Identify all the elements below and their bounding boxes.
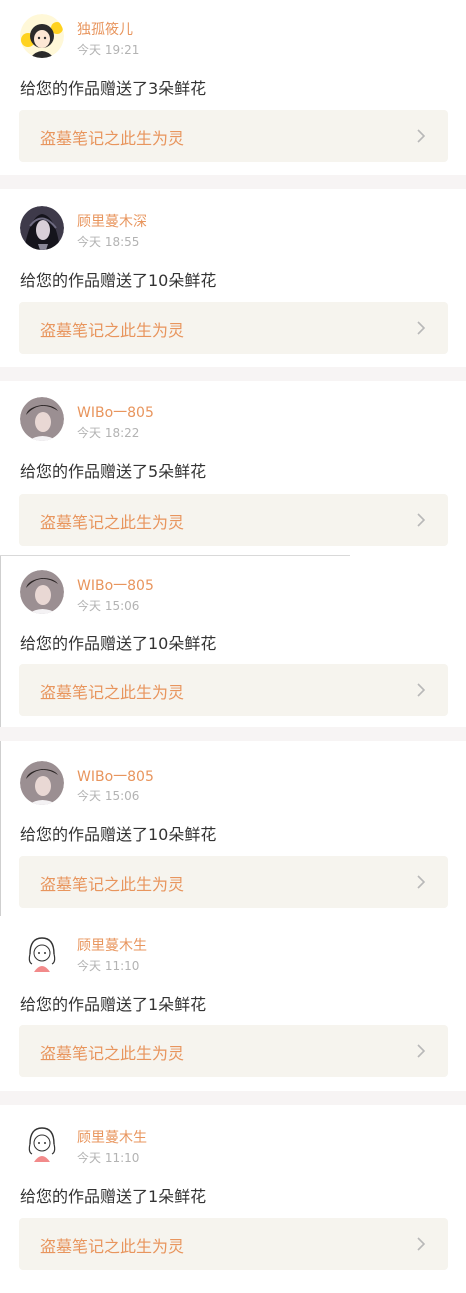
dark-anime-character-avatar bbox=[20, 206, 64, 250]
divider bbox=[0, 727, 466, 741]
chevron-right-icon bbox=[414, 683, 428, 697]
gift-message: 给您的作品赠送了1朵鲜花 bbox=[20, 1187, 207, 1206]
work-title: 盗墓笔记之此生为灵 bbox=[40, 321, 185, 340]
chevron-right-icon bbox=[414, 1237, 428, 1251]
gift-message: 给您的作品赠送了10朵鲜花 bbox=[20, 825, 217, 844]
avatar[interactable] bbox=[20, 932, 64, 976]
avatar[interactable] bbox=[20, 14, 64, 58]
notification-card: 顾里蔓木生 今天 11:10 给您的作品赠送了1朵鲜花 盗墓笔记之此生为灵 bbox=[0, 1105, 466, 1293]
gift-message: 给您的作品赠送了1朵鲜花 bbox=[20, 995, 207, 1014]
notification-card: 顾里蔓木深 今天 18:55 给您的作品赠送了10朵鲜花 盗墓笔记之此生为灵 bbox=[0, 189, 466, 367]
notification-card: 独孤筱儿 今天 19:21 给您的作品赠送了3朵鲜花 盗墓笔记之此生为灵 bbox=[0, 0, 466, 175]
sketch-girl-avatar bbox=[20, 932, 64, 976]
user-name[interactable]: 独孤筱儿 bbox=[77, 19, 133, 39]
left-border bbox=[0, 741, 1, 916]
work-link[interactable]: 盗墓笔记之此生为灵 bbox=[19, 110, 448, 162]
divider bbox=[0, 367, 466, 381]
work-title: 盗墓笔记之此生为灵 bbox=[40, 1237, 185, 1256]
chevron-right-icon bbox=[414, 875, 428, 889]
work-link[interactable]: 盗墓笔记之此生为灵 bbox=[19, 1025, 448, 1077]
avatar[interactable] bbox=[20, 1122, 64, 1166]
notification-card: WIBo一805 今天 15:06 给您的作品赠送了10朵鲜花 盗墓笔记之此生为… bbox=[0, 741, 466, 916]
chevron-right-icon bbox=[414, 129, 428, 143]
cartoon-girl-yellow-avatar bbox=[20, 14, 64, 58]
gift-message: 给您的作品赠送了10朵鲜花 bbox=[20, 271, 217, 290]
timestamp: 今天 15:06 bbox=[77, 599, 140, 613]
avatar[interactable] bbox=[20, 761, 64, 805]
work-link[interactable]: 盗墓笔记之此生为灵 bbox=[19, 494, 448, 546]
work-link[interactable]: 盗墓笔记之此生为灵 bbox=[19, 302, 448, 354]
user-name[interactable]: 顾里蔓木生 bbox=[77, 935, 147, 955]
work-title: 盗墓笔记之此生为灵 bbox=[40, 875, 185, 894]
user-name[interactable]: WIBo一805 bbox=[77, 766, 154, 786]
timestamp: 今天 15:06 bbox=[77, 789, 140, 803]
work-title: 盗墓笔记之此生为灵 bbox=[40, 129, 185, 148]
work-link[interactable]: 盗墓笔记之此生为灵 bbox=[19, 1218, 448, 1270]
chevron-right-icon bbox=[414, 513, 428, 527]
user-name[interactable]: 顾里蔓木生 bbox=[77, 1127, 147, 1147]
timestamp: 今天 18:55 bbox=[77, 235, 140, 249]
work-title: 盗墓笔记之此生为灵 bbox=[40, 513, 185, 532]
chevron-right-icon bbox=[414, 1044, 428, 1058]
young-man-photo-avatar bbox=[20, 397, 64, 441]
user-name[interactable]: WIBo一805 bbox=[77, 575, 154, 595]
timestamp: 今天 11:10 bbox=[77, 1151, 140, 1165]
work-link[interactable]: 盗墓笔记之此生为灵 bbox=[19, 856, 448, 908]
work-link[interactable]: 盗墓笔记之此生为灵 bbox=[19, 664, 448, 716]
young-man-photo-avatar bbox=[20, 761, 64, 805]
avatar[interactable] bbox=[20, 397, 64, 441]
gift-message: 给您的作品赠送了5朵鲜花 bbox=[20, 462, 207, 481]
chevron-right-icon bbox=[414, 321, 428, 335]
young-man-photo-avatar bbox=[20, 570, 64, 614]
user-name[interactable]: WIBo一805 bbox=[77, 402, 154, 422]
user-name[interactable]: 顾里蔓木深 bbox=[77, 211, 147, 231]
notification-card: WIBo一805 今天 15:06 给您的作品赠送了10朵鲜花 盗墓笔记之此生为… bbox=[0, 556, 466, 727]
work-title: 盗墓笔记之此生为灵 bbox=[40, 1044, 185, 1063]
sketch-girl-avatar bbox=[20, 1122, 64, 1166]
flower-notification-feed: 独孤筱儿 今天 19:21 给您的作品赠送了3朵鲜花 盗墓笔记之此生为灵 顾里蔓… bbox=[0, 0, 466, 1293]
divider bbox=[0, 1091, 466, 1105]
gift-message: 给您的作品赠送了10朵鲜花 bbox=[20, 634, 217, 653]
left-border bbox=[0, 556, 1, 727]
gift-message: 给您的作品赠送了3朵鲜花 bbox=[20, 79, 207, 98]
work-title: 盗墓笔记之此生为灵 bbox=[40, 683, 185, 702]
avatar[interactable] bbox=[20, 206, 64, 250]
notification-card: 顾里蔓木生 今天 11:10 给您的作品赠送了1朵鲜花 盗墓笔记之此生为灵 bbox=[0, 916, 466, 1091]
timestamp: 今天 11:10 bbox=[77, 959, 140, 973]
notification-card: WIBo一805 今天 18:22 给您的作品赠送了5朵鲜花 盗墓笔记之此生为灵 bbox=[0, 381, 466, 555]
timestamp: 今天 18:22 bbox=[77, 426, 140, 440]
divider bbox=[0, 175, 466, 189]
timestamp: 今天 19:21 bbox=[77, 43, 140, 57]
avatar[interactable] bbox=[20, 570, 64, 614]
